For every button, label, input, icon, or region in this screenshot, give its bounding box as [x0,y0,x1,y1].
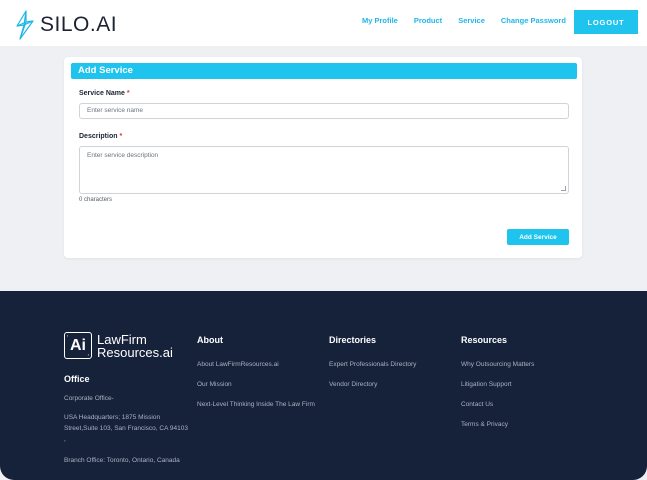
office-item-2: USA Headquarters; 1875 Mission Street,Su… [64,414,188,443]
office-heading: Office [64,374,90,384]
character-count: 0 characters [79,197,113,203]
description-label: Description * [79,133,122,140]
ai-logo-icon: ▪ Ai ▪ [64,332,92,359]
about-link-3[interactable]: Next-Level Thinking Inside The Law Firm [197,399,322,410]
resources-link-1[interactable]: Why Outsourcing Matters [461,359,534,370]
nav-my-profile[interactable]: My Profile [362,16,398,25]
description-textarea[interactable]: Enter service description [79,146,569,194]
silo-logo[interactable]: SILO.AI [14,10,117,40]
service-name-label: Service Name * [79,90,130,97]
directories-link-2[interactable]: Vendor Directory [329,379,377,390]
ai-logo-text: Ai [70,336,86,354]
brand-line-2: Resources.ai [97,344,173,360]
directories-heading: Directories [329,335,377,345]
about-heading: About [197,335,223,345]
description-label-text: Description [79,133,118,140]
resources-link-2[interactable]: Litigation Support [461,379,512,390]
brand-name: SILO.AI [40,13,118,36]
brand-line-1: LawFirm [97,331,147,347]
office-item-3: Branch Office: Toronto, Ontario, Canada [64,457,180,464]
resources-link-3[interactable]: Contact Us [461,399,493,410]
required-mark: * [126,90,130,97]
add-service-card: Add Service Service Name * Enter service… [64,57,582,258]
directories-link-1[interactable]: Expert Professionals Directory [329,359,416,370]
main-nav: My Profile Product Service Change Passwo… [362,16,582,25]
site-footer: ▪ Ai ▪ LawFirm Resources.ai Office Corpo… [0,291,647,480]
card-title: Add Service [71,63,577,79]
logout-button[interactable]: LOGOUT [574,10,638,34]
required-mark: * [119,133,123,140]
lawfirm-logo[interactable]: ▪ Ai ▪ LawFirm Resources.ai [64,332,173,359]
top-header: SILO.AI My Profile Product Service Chang… [0,0,647,46]
service-name-input[interactable]: Enter service name [79,103,569,119]
lawfirm-brand: LawFirm Resources.ai [97,333,173,359]
resources-link-4[interactable]: Terms & Privacy [461,419,508,430]
office-item-1: Corporate Office- [64,395,114,402]
nav-change-password[interactable]: Change Password [501,16,566,25]
logo-mark-icon [16,10,34,40]
service-name-label-text: Service Name [79,90,125,97]
resize-handle-icon[interactable] [561,186,566,191]
nav-product[interactable]: Product [414,16,442,25]
about-link-2[interactable]: Our Mission [197,379,232,390]
nav-service[interactable]: Service [458,16,485,25]
add-service-button[interactable]: Add Service [507,229,569,245]
about-link-1[interactable]: About LawFirmResources.ai [197,359,279,370]
description-placeholder: Enter service description [87,152,159,159]
service-name-placeholder: Enter service name [87,107,143,114]
resources-heading: Resources [461,335,508,345]
